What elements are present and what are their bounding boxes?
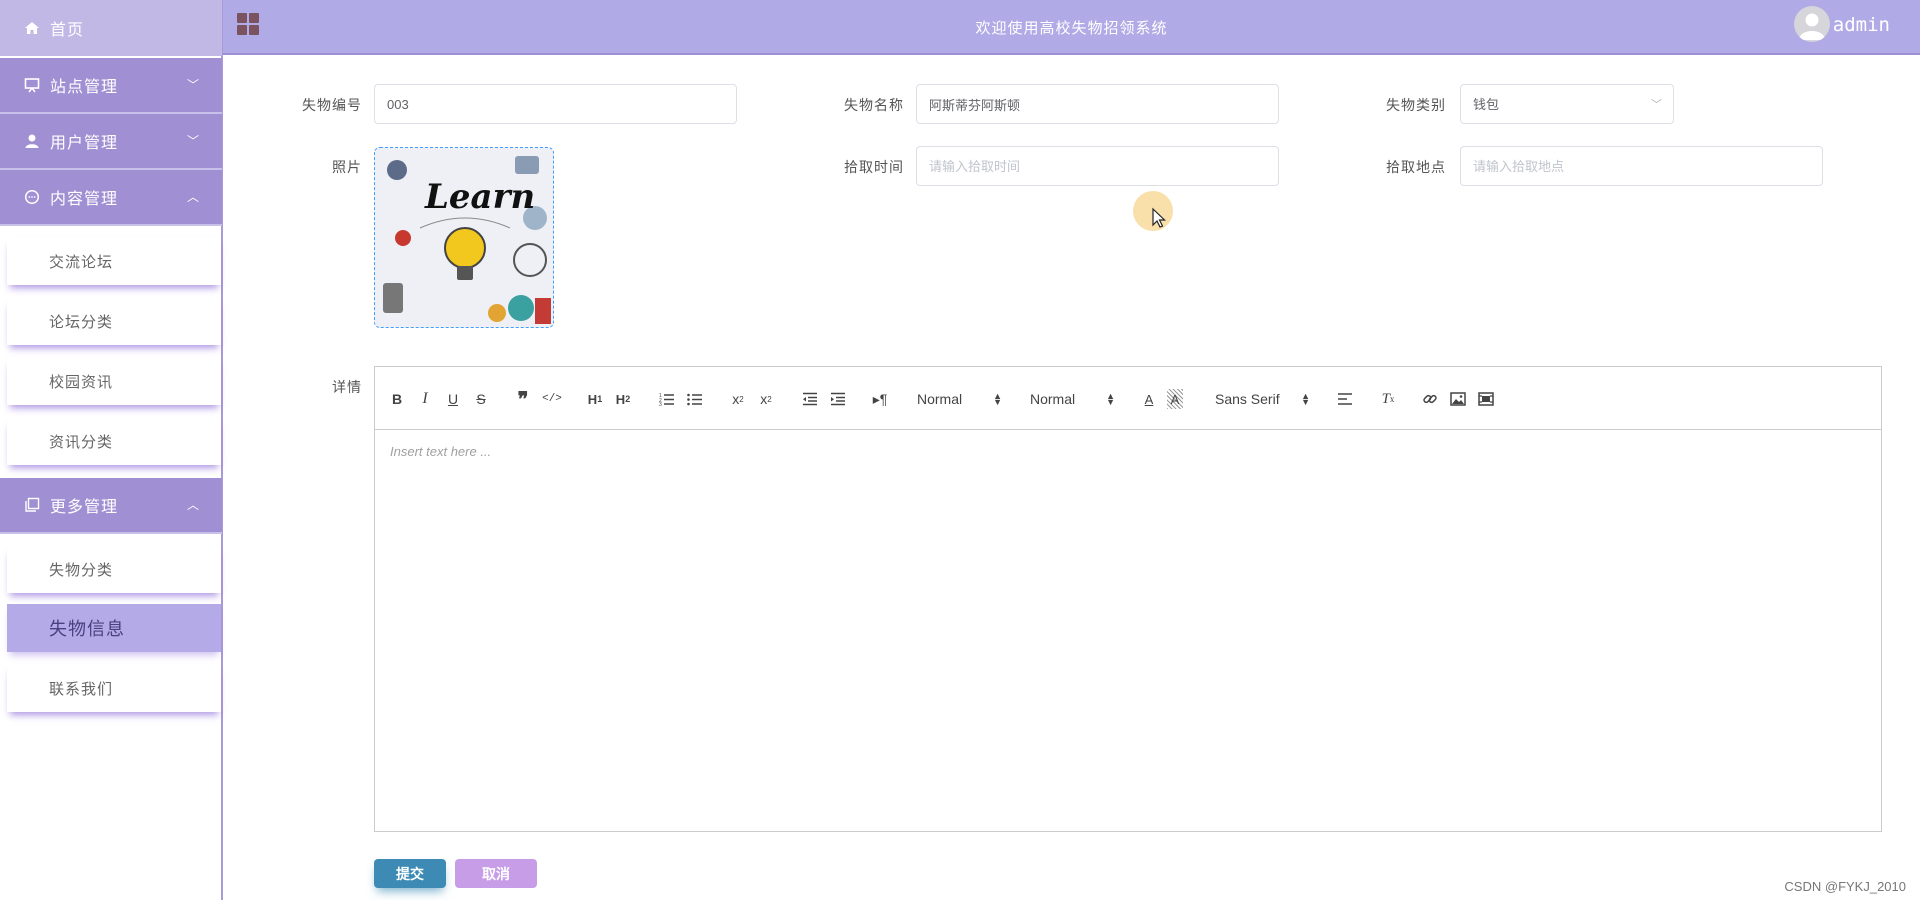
blockquote-icon[interactable]: ❞ <box>515 389 531 411</box>
chevron-up-icon: ︿ <box>186 498 200 512</box>
sidebar-item-label: 交流论坛 <box>49 252 114 271</box>
page-title: 欢迎使用高校失物招领系统 <box>975 19 1168 37</box>
align-icon[interactable] <box>1336 389 1354 409</box>
size-select[interactable]: Normal ▲ ▼ <box>1030 389 1115 409</box>
sidebar-menu-site[interactable]: 站点管理 ﹀ <box>0 58 222 114</box>
editor-placeholder: Insert text here ... <box>390 444 492 459</box>
item-no-input[interactable] <box>374 84 737 124</box>
indent-icon[interactable] <box>829 389 847 409</box>
sidebar-item-label: 资讯分类 <box>49 432 114 451</box>
sidebar-menu-user-label: 用户管理 <box>50 133 119 152</box>
select-arrows-icon: ▲ ▼ <box>1106 391 1115 407</box>
sidebar-item-news-category[interactable]: 资讯分类 <box>7 417 221 465</box>
video-icon[interactable] <box>1477 389 1495 409</box>
image-icon[interactable] <box>1449 389 1467 409</box>
text-direction-icon[interactable]: ▸¶ <box>871 389 889 409</box>
ordered-list-icon[interactable]: 123 <box>658 389 676 409</box>
text-color-icon[interactable]: A <box>1141 389 1157 409</box>
photo-upload[interactable]: Learn <box>374 147 554 328</box>
photo-thumbnail-image: Learn <box>375 148 553 327</box>
pickup-place-input[interactable] <box>1460 146 1823 186</box>
sidebar-item-lost-info[interactable]: 失物信息 <box>7 604 221 652</box>
chevron-down-icon: ﹀ <box>186 78 200 92</box>
chevron-down-icon: ﹀ <box>186 134 200 148</box>
photo-learn-text: Learn <box>424 177 535 217</box>
header-select[interactable]: Normal ▲ ▼ <box>917 389 1002 409</box>
cursor-highlight <box>1133 191 1173 231</box>
sidebar-item-label: 校园资讯 <box>49 372 114 391</box>
user-icon <box>22 133 42 149</box>
rich-text-editor: B I U S ❞ </> H1 H2 123 x2 x2 ▸¶ Normal … <box>374 366 1882 832</box>
bullet-list-icon[interactable] <box>686 389 704 409</box>
code-block-icon[interactable]: </> <box>542 389 562 409</box>
copy-icon <box>22 497 42 513</box>
header-2-icon[interactable]: H2 <box>613 389 633 409</box>
clear-format-icon[interactable]: Tx <box>1379 389 1397 409</box>
sidebar-item-contact[interactable]: 联系我们 <box>7 664 221 712</box>
pickup-place-label: 拾取地点 <box>1386 160 1446 176</box>
sidebar: 首页 站点管理 ﹀ 用户管理 ﹀ 内容管理 ︿ 交流论坛 论坛分类 校园资讯 资… <box>0 0 223 900</box>
sidebar-item-label: 失物分类 <box>49 560 114 579</box>
header-select-value: Normal <box>917 391 963 407</box>
chevron-up-icon: ︿ <box>186 190 200 204</box>
category-value: 钱包 <box>1460 84 1674 124</box>
underline-icon[interactable]: U <box>445 389 461 409</box>
pickup-time-label: 拾取时间 <box>844 160 904 176</box>
sidebar-menu-more-label: 更多管理 <box>50 497 119 516</box>
item-no-label: 失物编号 <box>302 98 362 114</box>
size-select-value: Normal <box>1030 391 1076 407</box>
item-name-input[interactable] <box>916 84 1279 124</box>
header: 欢迎使用高校失物招领系统 admin <box>223 0 1920 55</box>
details-label: 详情 <box>332 380 362 396</box>
category-label: 失物类别 <box>1386 98 1446 114</box>
sidebar-menu-site-label: 站点管理 <box>50 77 119 96</box>
link-icon[interactable] <box>1421 389 1439 409</box>
select-arrows-icon: ▲ ▼ <box>993 391 1002 407</box>
sidebar-menu-content[interactable]: 内容管理 ︿ <box>0 170 222 226</box>
monitor-icon <box>22 77 42 93</box>
select-arrows-icon: ▲ ▼ <box>1301 391 1310 407</box>
strike-icon[interactable]: S <box>473 389 489 409</box>
sidebar-home-label: 首页 <box>50 20 85 39</box>
cancel-button[interactable]: 取消 <box>455 859 537 888</box>
font-select-value: Sans Serif <box>1215 391 1280 407</box>
pickup-time-input[interactable] <box>916 146 1279 186</box>
sidebar-home[interactable]: 首页 <box>0 0 222 56</box>
italic-icon[interactable]: I <box>417 389 433 409</box>
superscript-icon[interactable]: x2 <box>757 389 775 409</box>
sidebar-menu-user[interactable]: 用户管理 ﹀ <box>0 114 222 170</box>
home-icon <box>22 20 42 36</box>
category-select[interactable]: 钱包 ﹀ <box>1460 84 1674 124</box>
sidebar-menu-more[interactable]: 更多管理 ︿ <box>0 478 222 534</box>
editor-toolbar: B I U S ❞ </> H1 H2 123 x2 x2 ▸¶ Normal … <box>375 367 1881 430</box>
photo-label: 照片 <box>332 160 362 176</box>
mouse-pointer-icon <box>1152 207 1166 228</box>
user-name[interactable]: admin <box>1833 14 1890 36</box>
bold-icon[interactable]: B <box>389 389 405 409</box>
subscript-icon[interactable]: x2 <box>729 389 747 409</box>
sidebar-item-lost-category[interactable]: 失物分类 <box>7 545 221 593</box>
font-select[interactable]: Sans Serif ▲ ▼ <box>1215 389 1310 409</box>
item-name-label: 失物名称 <box>844 98 904 114</box>
sidebar-item-label: 联系我们 <box>49 679 114 698</box>
sidebar-item-label: 失物信息 <box>49 619 125 640</box>
watermark: CSDN @FYKJ_2010 <box>1784 879 1906 894</box>
header-1-icon[interactable]: H1 <box>585 389 605 409</box>
outdent-icon[interactable] <box>801 389 819 409</box>
svg-text:3: 3 <box>659 402 662 406</box>
sidebar-item-campus-news[interactable]: 校园资讯 <box>7 357 221 405</box>
background-color-icon[interactable]: A <box>1167 389 1183 409</box>
sidebar-item-forum-category[interactable]: 论坛分类 <box>7 297 221 345</box>
sidebar-item-forum[interactable]: 交流论坛 <box>7 237 221 285</box>
chat-icon <box>22 189 42 205</box>
sidebar-item-label: 论坛分类 <box>49 312 114 331</box>
sidebar-menu-content-label: 内容管理 <box>50 189 119 208</box>
submit-button[interactable]: 提交 <box>374 859 446 888</box>
avatar[interactable] <box>1794 6 1830 42</box>
editor-content[interactable]: Insert text here ... <box>375 430 1881 831</box>
